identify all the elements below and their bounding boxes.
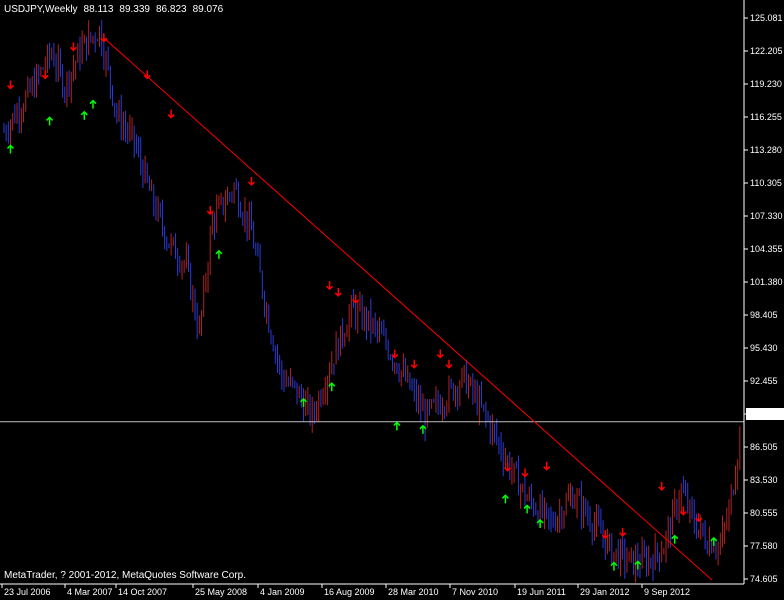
x-tick-label: 16 Aug 2009 — [324, 587, 375, 597]
x-tick-label: 7 Nov 2010 — [452, 587, 498, 597]
y-tick-label: 95.430 — [750, 343, 778, 353]
x-tick-label: 14 Oct 2007 — [118, 587, 167, 597]
ohlc-close: 89.076 — [192, 4, 224, 15]
y-tick-label: 113.280 — [750, 145, 782, 155]
ohlc-low: 86.823 — [155, 4, 187, 15]
y-tick-label: 86.505 — [750, 442, 778, 452]
y-tick-label: 80.555 — [750, 508, 778, 518]
y-tick-label: 101.380 — [750, 277, 783, 287]
y-tick-label: 77.580 — [750, 541, 778, 551]
x-tick-label: 19 Jun 2011 — [517, 587, 566, 597]
x-tick-label: 23 Jul 2006 — [4, 587, 51, 597]
symbol-timeframe: USDJPY,Weekly — [4, 4, 78, 15]
y-tick-label: 125.081 — [750, 13, 783, 23]
y-tick-label: 110.305 — [750, 178, 782, 188]
price-chart[interactable]: 125.081 122.205 119.230 116.255 113.280 110.3… — [0, 0, 784, 600]
chart-background — [0, 0, 784, 600]
x-tick-label: 29 Jan 2012 — [580, 587, 630, 597]
y-tick-label: 122.205 — [750, 46, 783, 56]
y-tick-label: 119.230 — [750, 79, 782, 89]
y-tick-label: 74.605 — [750, 574, 778, 584]
x-tick-label: 25 May 2008 — [195, 587, 247, 597]
x-tick-label: 28 Mar 2010 — [388, 587, 439, 597]
x-tick-label: 9 Sep 2012 — [644, 587, 690, 597]
chart-header: USDJPY,Weekly 88.113 89.339 86.823 89.076 — [4, 4, 229, 15]
y-tick-label: 92.455 — [750, 376, 778, 386]
y-tick-label: 116.255 — [750, 112, 782, 122]
current-price-label: 89.076 — [748, 409, 776, 419]
x-tick-label: 4 Jan 2009 — [260, 587, 305, 597]
y-tick-label: 98.405 — [750, 310, 778, 320]
copyright-notice: MetaTrader, ? 2001-2012, MetaQuotes Soft… — [4, 570, 246, 581]
ohlc-open: 88.113 — [83, 4, 114, 15]
y-tick-label: 83.530 — [750, 475, 778, 485]
y-tick-label: 107.330 — [750, 211, 783, 221]
y-tick-label: 104.355 — [750, 244, 783, 254]
ohlc-high: 89.339 — [119, 4, 150, 15]
x-tick-label: 4 Mar 2007 — [67, 587, 113, 597]
